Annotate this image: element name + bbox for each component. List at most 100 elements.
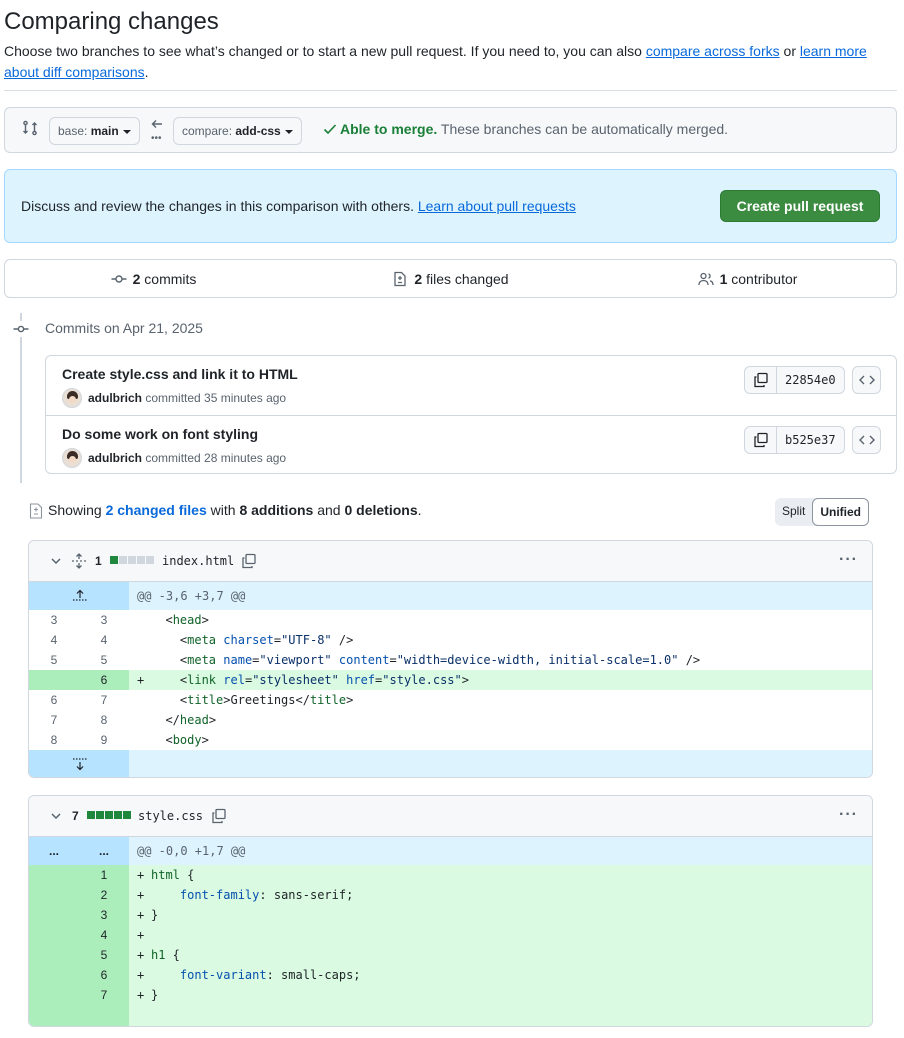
chevron-down-icon[interactable] [50,810,62,822]
new-line-number[interactable]: 4 [79,925,129,945]
new-line-number[interactable]: 7 [79,690,129,710]
old-line-number[interactable]: 7 [29,710,79,730]
new-line-number[interactable]: 2 [79,885,129,905]
kebab-horizontal-icon[interactable]: ··· [839,806,858,824]
diff-view-toggle: Split Unified [775,498,870,526]
expand-all-icon[interactable] [71,553,87,569]
hunk-dots-old: ... [48,844,59,858]
sha-group: b525e37 [744,426,845,454]
new-line-number[interactable]: 5 [79,650,129,670]
commit-title[interactable]: Do some work on font styling [62,426,258,442]
commit-title[interactable]: Create style.css and link it to HTML [62,366,298,382]
new-line-number[interactable]: 5 [79,945,129,965]
merge-rest-text: These branches can be automatically merg… [437,121,729,137]
new-line-number[interactable]: 7 [79,985,129,1005]
old-line-number[interactable]: 5 [29,650,79,670]
avatar[interactable] [62,388,82,408]
old-line-number[interactable]: 8 [29,730,79,750]
new-line-number[interactable]: 3 [79,610,129,630]
timeline-line [20,313,22,483]
diff-line: 33 <head> [29,610,872,630]
chevron-down-icon[interactable] [50,555,62,567]
commit-list: Create style.css and link it to HTML adu… [45,355,897,474]
copy-icon[interactable] [241,553,257,569]
compare-branch-select[interactable]: compare: add-css [173,117,302,145]
old-line-number[interactable]: 3 [29,610,79,630]
create-pull-request-button[interactable]: Create pull request [720,190,880,222]
fold-down-icon [73,758,87,771]
files-tab[interactable]: 2 files changed [302,260,599,297]
diff-mid2: and [313,502,345,518]
copy-icon[interactable] [211,808,227,824]
commits-date: Commits on Apr 21, 2025 [45,320,203,336]
files-count: 2 [414,270,423,287]
expand-space [129,750,872,777]
commit-sha[interactable]: 22854e0 [777,367,844,393]
hunk-header: ...... @@ -0,0 +1,7 @@ [29,837,872,865]
no-newline-marker [129,1005,872,1026]
file-name[interactable]: index.html [162,554,234,568]
diffstat-block [96,811,104,819]
old-line-number [29,945,79,965]
unified-view-button[interactable]: Unified [812,498,870,526]
browse-repo-button[interactable] [852,426,881,454]
compare-forks-link[interactable]: compare across forks [646,43,780,59]
copy-sha-button[interactable] [745,427,777,453]
compare-key: compare: [182,124,233,138]
changed-files-link[interactable]: 2 changed files [106,502,207,518]
split-view-button[interactable]: Split [775,498,812,526]
old-line-number[interactable]: 4 [29,630,79,650]
commit-author[interactable]: adulbrich [88,451,142,465]
learn-pr-link[interactable]: Learn about pull requests [418,198,576,214]
avatar[interactable] [62,448,82,468]
diff-prefix: Showing [48,502,106,518]
new-line-number[interactable]: 6 [79,965,129,985]
commits-tab[interactable]: 2 commits [5,260,302,297]
base-branch-select[interactable]: base: main [49,117,140,145]
old-line-number[interactable]: 6 [29,690,79,710]
file-header: 1 index.html ··· [29,541,872,582]
check-icon [323,124,337,135]
contributors-tab[interactable]: 1 contributor [599,260,896,297]
diff-line: 55 <meta name="viewport" content="width=… [29,650,872,670]
new-line-number[interactable]: 8 [79,710,129,730]
code-line: <meta charset="UTF-8" /> [151,633,354,647]
discuss-message: Discuss and review the changes in this c… [21,198,418,214]
browse-repo-button[interactable] [852,366,881,394]
code-line: +} [129,985,872,1005]
merge-ok-text: Able to merge. [340,121,438,137]
diffstat-block [105,811,113,819]
new-line-number[interactable]: 1 [79,865,129,885]
file-name[interactable]: style.css [138,809,203,823]
expand-up-gutter[interactable] [29,582,129,610]
new-line-number[interactable]: 3 [79,905,129,925]
commits-label: commits [144,270,197,287]
file-header: 7 style.css ··· [29,796,872,837]
diff-line-added: 4 + [29,925,872,945]
commit-sha[interactable]: b525e37 [777,427,844,453]
hunk-dots-new: ... [98,844,109,858]
commit-author[interactable]: adulbrich [88,391,142,405]
commit-row: Do some work on font styling adulbrich c… [46,415,896,474]
code-line: + <link rel="stylesheet" href="style.css… [129,670,872,690]
gutter [29,1005,129,1026]
old-line-number [29,985,79,1005]
code-line: +} [129,905,872,925]
hunk-header: @@ -3,6 +3,7 @@ [29,582,872,610]
copy-sha-button[interactable] [745,367,777,393]
expand-down-gutter[interactable] [29,750,129,777]
new-line-number[interactable]: 6 [79,670,129,690]
old-line-number [29,925,79,945]
arrow-left-icon [151,120,162,128]
diff-mid1: with [206,502,240,518]
new-line-number[interactable]: 9 [79,730,129,750]
code-line: + h1 { [129,945,872,965]
commit-meta: adulbrich committed 35 minutes ago [62,388,286,408]
new-line-number[interactable]: 4 [79,630,129,650]
diff-end: . [417,502,422,518]
compare-value: add-css [235,124,281,138]
diffstat-block [137,556,145,564]
kebab-horizontal-icon[interactable]: ··· [839,551,858,569]
diff-line-added: 2 + font-family: sans-serif; [29,885,872,905]
no-newline-row [29,1005,872,1026]
